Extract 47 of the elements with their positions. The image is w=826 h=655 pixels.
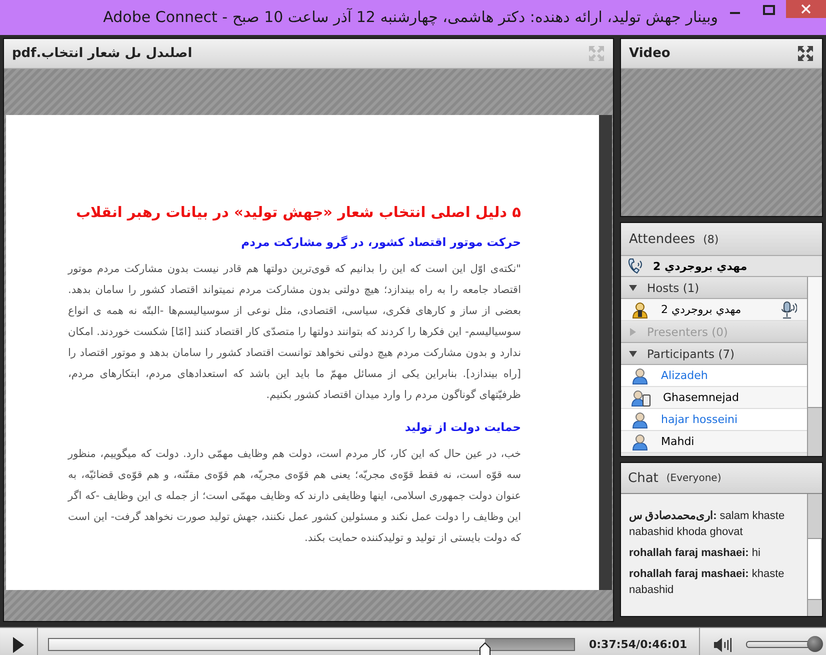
attendee-item[interactable]: Alizadeh	[621, 365, 807, 387]
chat-message: rohallah faraj mashaei: khaste nabashid	[629, 567, 786, 598]
window-title: وبینار جهش تولید، ارائه دهنده: دکتر هاشمی، چهارشنبه 12 آذر ساعت 10 صبح - Adobe Connect	[102, 7, 718, 26]
volume-handle[interactable]	[806, 636, 823, 652]
person-icon	[631, 410, 649, 428]
phone-icon	[627, 258, 645, 274]
expand-icon[interactable]	[797, 45, 814, 62]
attendee-name: Ghasemnejad	[663, 391, 739, 404]
attendee-name: Alizadeh	[661, 369, 708, 382]
speaker-name: مهدي بروجردي 2	[653, 260, 748, 272]
scrollbar[interactable]	[807, 277, 822, 456]
attendee-name: مهدي بروجردي 2	[661, 303, 742, 316]
chat-audience: (Everyone)	[666, 472, 722, 484]
attendee-item[interactable]: hajar hosseini	[621, 409, 807, 431]
pod-title: Attendees	[629, 232, 696, 246]
scrollbar[interactable]	[599, 115, 612, 590]
attendee-item[interactable]: Mahdi	[621, 431, 807, 453]
paragraph: خب، در عین حال که این کار، کار مردم است، دولت هم وظایف مهمّی دارد. دولت که میگوییم، منظور سه قوّه است، نه فقط قوّه‌ی مجریّه؛ یعنی هم قوّه‌ی مجریّه، هم قوّه‌ی مقنّنه، و هم قوّه‌ی قضائیّه، به عنوان دولت جمهوری اسلامی، اینها وظایفی دارند که وظایف مهمّی است؛ از جمله ی این وظایف -که اگر این وظایف را دولت عمل نکند و مسئولین کشور عمل نکنند، جهش تولید صورت نخواهد گرفت- این است که دولت بایستی از تولید و تولیدکننده حمایت بکند.	[68, 446, 521, 546]
pod-title: اصلىدل ىل شعار انتخاب.pdf	[12, 46, 192, 61]
group-header[interactable]: Hosts (1)	[621, 277, 807, 299]
close-icon[interactable]	[801, 4, 811, 14]
chat-message: rohallah faraj mashaei: hi	[629, 546, 762, 561]
scrollbar[interactable]	[807, 494, 822, 616]
person-phone-icon	[631, 388, 651, 406]
close-button[interactable]	[786, 0, 826, 18]
section-heading: حرکت موتور اقتصاد کشور، در گرو مشارکت مردم	[240, 235, 521, 249]
attendee-item[interactable]: مهدي بروجردي 2	[621, 299, 807, 321]
speaker-icon[interactable]	[714, 638, 734, 652]
attendee-name: Mahdi	[661, 435, 694, 448]
maximize-icon[interactable]	[763, 5, 775, 15]
collapse-arrow-icon[interactable]	[629, 350, 637, 358]
section-heading: حمایت دولت از تولید	[404, 420, 521, 434]
attendee-item[interactable]: Ghasemnejad	[621, 387, 807, 409]
attendee-count: (8)	[703, 232, 719, 246]
attendee-name: hajar hosseini	[661, 413, 738, 426]
group-header[interactable]: Participants (7)	[621, 343, 807, 365]
person-icon	[631, 432, 649, 450]
playback-time: 0:37:54/0:46:01	[574, 628, 700, 655]
microphone-icon	[779, 300, 797, 318]
pod-title: Chat	[628, 470, 658, 486]
host-icon	[631, 300, 649, 318]
collapse-arrow-icon[interactable]	[629, 284, 637, 292]
pod-title: Video	[629, 46, 670, 61]
document-title: ۵ دلیل اصلی انتخاب شعار «جهش تولید» در بیانات رهبر انقلاب	[74, 205, 521, 221]
paragraph: "نکته‌ی اوّل این است که این را بدانیم که قوی‌ترین دولتها هم قادر نیست بدون مشارکت مردم موتور اقتصاد جامعه را به راه بیندازد؛ هیچ دولتی بدون مشارکت مردم نمیتواند اقتصاد کشور را سامان بدهد. بعضی از ساز و کارهای فکری، سیاسی، اقتصادی، مثل نوعی از سوسیالیسم‌ها -البتّه نه همه ی انواع سوسیالیسم- این فکرها را کردند که بتوانند دولتها را متصدّی کار اقتصاد کنند [امّا] شکست خوردند. امکان ندارد و بدون مشارکت مردم هیچ دولتی نخواهد توانست اقتصاد کشور را سامان بدهد و موتور اقتصاد را [راه بیندازد]. بنابراین یکی از مسائل مهمّ ما باید این باشد که استعدادهای مردم، ابتکارهای مردم، ظرفیّتهای گوناگون مردم را وارد میدان اقتصاد کشور بکنیم.	[68, 262, 521, 403]
play-icon[interactable]	[12, 636, 24, 652]
person-icon	[631, 366, 649, 384]
